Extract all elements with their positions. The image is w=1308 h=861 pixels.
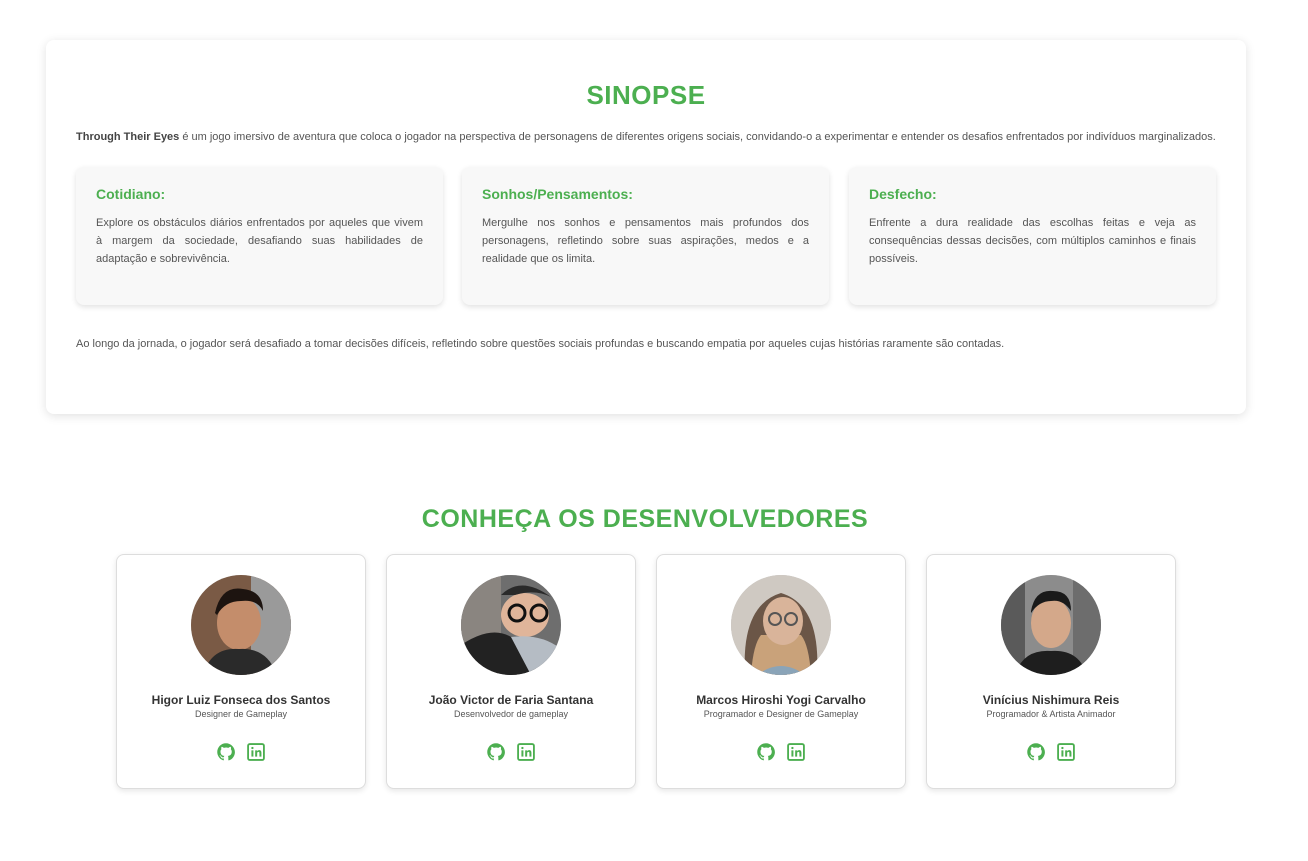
developer-card: Higor Luiz Fonseca dos Santos Designer d…	[116, 554, 366, 789]
developer-role: Desenvolvedor de gameplay	[453, 709, 569, 719]
github-icon[interactable]	[756, 742, 776, 762]
linkedin-icon[interactable]	[516, 742, 536, 762]
card-title: Cotidiano:	[96, 186, 166, 202]
synopsis-intro: Through Their Eyes é um jogo imersivo de…	[76, 130, 1216, 144]
avatar	[1001, 575, 1101, 675]
developers-title: CONHEÇA OS DESENVOLVEDORES	[421, 505, 869, 533]
synopsis-title: SINOPSE	[586, 80, 706, 110]
developer-card: Vinícius Nishimura Reis Programador & Ar…	[926, 554, 1176, 789]
developer-card: João Victor de Faria Santana Desenvolved…	[386, 554, 636, 789]
intro-text: é um jogo imersivo de aventura que coloc…	[179, 131, 1216, 143]
card-title: Desfecho:	[869, 186, 937, 202]
github-icon[interactable]	[216, 742, 236, 762]
game-title: Through Their Eyes	[76, 131, 180, 143]
developer-card: Marcos Hiroshi Yogi Carvalho Programador…	[656, 554, 906, 789]
card-text: Explore os obstáculos diários enfrentado…	[96, 217, 423, 265]
linkedin-icon[interactable]	[246, 742, 266, 762]
developer-name: João Victor de Faria Santana	[428, 693, 594, 707]
developer-role: Programador e Designer de Gameplay	[703, 709, 859, 719]
card-text: Mergulhe nos sonhos e pensamentos mais p…	[482, 217, 809, 265]
linkedin-icon[interactable]	[786, 742, 806, 762]
card-title: Sonhos/Pensamentos:	[482, 186, 633, 202]
social-links	[387, 742, 635, 762]
synopsis-section: SINOPSE Through Their Eyes é um jogo ime…	[46, 40, 1246, 414]
card-desfecho: Desfecho: Enfrente a dura realidade das …	[849, 167, 1216, 305]
github-icon[interactable]	[1026, 742, 1046, 762]
linkedin-icon[interactable]	[1056, 742, 1076, 762]
card-sonhos: Sonhos/Pensamentos: Mergulhe nos sonhos …	[462, 167, 829, 305]
social-links	[657, 742, 905, 762]
synopsis-cards: Cotidiano: Explore os obstáculos diários…	[76, 167, 1216, 305]
social-links	[927, 742, 1175, 762]
social-links	[117, 742, 365, 762]
card-text: Enfrente a dura realidade das escolhas f…	[869, 217, 1196, 265]
developer-name: Vinícius Nishimura Reis	[982, 693, 1120, 707]
avatar	[461, 575, 561, 675]
synopsis-outro: Ao longo da jornada, o jogador será desa…	[76, 338, 1005, 350]
avatar	[731, 575, 831, 675]
developer-name: Marcos Hiroshi Yogi Carvalho	[696, 693, 866, 707]
card-cotidiano: Cotidiano: Explore os obstáculos diários…	[76, 167, 443, 305]
avatar	[191, 575, 291, 675]
github-icon[interactable]	[486, 742, 506, 762]
developer-role: Designer de Gameplay	[194, 709, 288, 719]
developer-name: Higor Luiz Fonseca dos Santos	[151, 693, 331, 707]
developer-role: Programador & Artista Animador	[986, 709, 1116, 719]
